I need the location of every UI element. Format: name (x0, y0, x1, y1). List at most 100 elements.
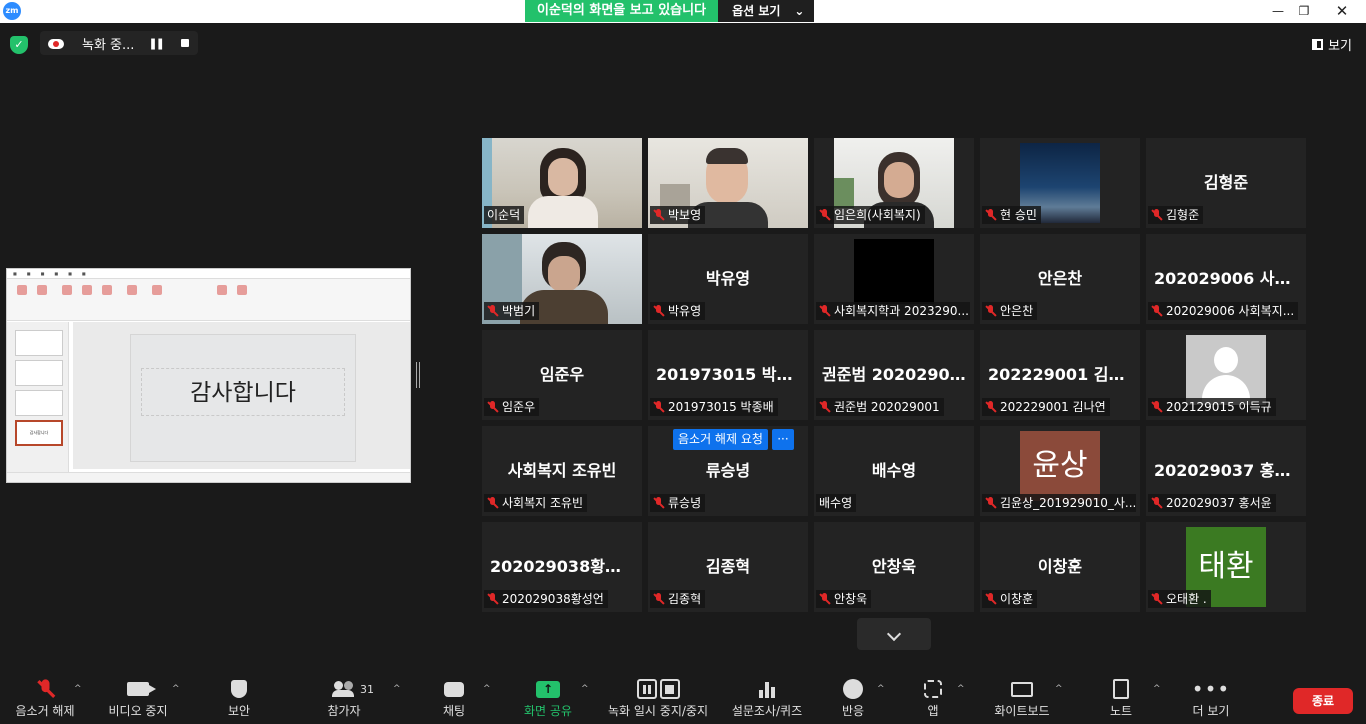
participant-tile[interactable]: 202029006 사회복지...202029006 사회복지... (1146, 234, 1306, 324)
more-label: 더 보기 (1192, 704, 1230, 718)
apps-options-caret[interactable] (957, 684, 965, 694)
next-page-button[interactable] (857, 618, 931, 650)
mic-muted-icon (653, 593, 664, 605)
participant-name-label: 202029038황성언 (484, 590, 608, 608)
slide-title: 감사합니다 (141, 368, 345, 416)
participant-more-button[interactable]: ··· (771, 429, 794, 450)
split-resize-handle[interactable] (416, 362, 420, 388)
audio-options-caret[interactable] (74, 684, 82, 694)
mic-muted-icon (1151, 593, 1162, 605)
chat-button[interactable]: 채팅 (436, 672, 472, 724)
participant-name-label: 안은찬 (982, 302, 1038, 320)
shared-screen[interactable]: ■ ■ ■ ■ ■ ■ 감사합니다 감사합니다 (6, 268, 411, 483)
ppt-tab: ■ (13, 271, 17, 276)
participant-tile[interactable]: 202229001 김나연 202229001 김나연 (980, 330, 1140, 420)
participant-tile[interactable]: 이순덕 (482, 138, 642, 228)
participant-tile[interactable]: 김형준 김형준 (1146, 138, 1306, 228)
share-options-caret[interactable] (581, 684, 589, 694)
participant-tile[interactable]: 202029038황성언 202029038황성언 (482, 522, 642, 612)
mic-muted-icon (819, 209, 830, 221)
ppt-tab: ■ (68, 271, 72, 276)
stop-recording-icon[interactable] (180, 39, 189, 47)
view-label: 보기 (1328, 39, 1352, 54)
camera-icon (105, 676, 171, 702)
participant-tile[interactable]: 임은희(사회복지) (814, 138, 974, 228)
participant-name-label: 현 승민 (982, 206, 1041, 224)
reactions-button[interactable]: 반응 (838, 672, 868, 724)
polls-chart-icon (726, 676, 808, 702)
participant-tile[interactable]: 현 승민 (980, 138, 1140, 228)
slide-thumbnail (15, 360, 63, 386)
unmute-button[interactable]: 음소거 해제 (10, 672, 80, 724)
participant-tile[interactable]: 사회복지 조유빈 사회복지 조유빈 (482, 426, 642, 516)
view-options-label: 옵션 보기 (732, 4, 781, 18)
participant-tile[interactable]: 권준범 202029001 권준범 202029001 (814, 330, 974, 420)
polls-button[interactable]: 설문조사/퀴즈 (726, 672, 808, 724)
pause-recording-icon[interactable]: ❚❚ (148, 37, 165, 50)
participant-tile[interactable]: 202029037 홍서윤 202029037 홍서윤 (1146, 426, 1306, 516)
encryption-shield-icon[interactable]: ✓ (10, 36, 28, 54)
slide-thumbnail (15, 390, 63, 416)
participant-name: 202029006 사회복지... (1166, 304, 1295, 318)
participant-name: 박범기 (502, 304, 536, 318)
participant-tile[interactable]: 배수영 배수영 (814, 426, 974, 516)
participant-name: 배수영 (819, 496, 853, 510)
unmute-label: 음소거 해제 (15, 704, 75, 718)
security-button[interactable]: 보안 (218, 672, 260, 724)
participant-name: 202029037 홍서윤 (1166, 496, 1272, 510)
chat-options-caret[interactable] (483, 684, 491, 694)
participant-tile[interactable]: 안창욱 안창욱 (814, 522, 974, 612)
ask-to-unmute-button[interactable]: 음소거 해제 요청 (673, 429, 768, 450)
close-button[interactable]: ✕ (1320, 0, 1364, 23)
mic-muted-icon (819, 593, 830, 605)
whiteboard-icon (990, 676, 1054, 702)
participant-tile[interactable]: 202129015 이득규 (1146, 330, 1306, 420)
participant-name: 현 승민 (1000, 208, 1037, 222)
notes-label: 노트 (1109, 704, 1133, 718)
participant-tile[interactable]: 윤상 김윤상_201929010_사... (980, 426, 1140, 516)
participant-tile[interactable]: 임준우 임준우 (482, 330, 642, 420)
participant-name-label: 임은희(사회복지) (816, 206, 925, 224)
view-options-button[interactable]: 옵션 보기 ⌄ (718, 0, 815, 22)
view-button[interactable]: 보기 (1312, 35, 1352, 54)
participant-tile[interactable]: 박유영 박유영 (648, 234, 808, 324)
gallery-view-icon (1312, 39, 1324, 50)
participants-options-caret[interactable] (393, 684, 401, 694)
participant-tile[interactable]: 태환 오태환 . (1146, 522, 1306, 612)
screen-share-banner: 이순덕의 화면을 보고 있습니다 옵션 보기 ⌄ (525, 0, 815, 22)
ppt-ribbon (7, 279, 410, 321)
participants-label: 참가자 (327, 704, 361, 718)
pause-stop-recording-button[interactable]: 녹화 일시 중지/중지 (600, 672, 716, 724)
participant-tile[interactable]: 박보영 (648, 138, 808, 228)
video-options-caret[interactable] (172, 684, 180, 694)
participant-tile[interactable]: 김종혁 김종혁 (648, 522, 808, 612)
share-screen-button[interactable]: ↑ 화면 공유 (518, 672, 578, 724)
more-button[interactable]: ••• 더 보기 (1190, 672, 1232, 724)
slide-thumbnail-title: 감사합니다 (29, 430, 49, 435)
cloud-record-icon (46, 37, 66, 49)
stop-video-button[interactable]: 비디오 중지 (105, 672, 171, 724)
participant-tile[interactable]: 박범기 (482, 234, 642, 324)
notes-options-caret[interactable] (1153, 684, 1161, 694)
security-label: 보안 (227, 704, 251, 718)
notes-button[interactable]: 노트 (1106, 672, 1136, 724)
participant-tile[interactable]: 201973015 박종배 201973015 박종배 (648, 330, 808, 420)
apps-button[interactable]: 앱 (920, 672, 946, 724)
mic-muted-icon (653, 497, 664, 509)
ppt-slide-thumbnails: 감사합니다 (7, 322, 69, 474)
share-screen-label: 화면 공유 (524, 704, 572, 718)
end-meeting-button[interactable]: 종료 (1293, 688, 1353, 714)
recording-label: 녹화 중... (82, 37, 135, 53)
participant-tile[interactable]: 사회복지학과 2023290... (814, 234, 974, 324)
participant-name-label: 안창욱 (816, 590, 872, 608)
participant-tile[interactable]: 안은찬 안은찬 (980, 234, 1140, 324)
polls-label: 설문조사/퀴즈 (731, 704, 803, 718)
reactions-options-caret[interactable] (877, 684, 885, 694)
participants-button[interactable]: 참가자 (322, 672, 366, 724)
mic-muted-icon (985, 401, 996, 413)
participant-tile[interactable]: 이창훈 이창훈 (980, 522, 1140, 612)
whiteboard-options-caret[interactable] (1055, 684, 1063, 694)
whiteboard-button[interactable]: 화이트보드 (990, 672, 1054, 724)
participant-name: 202229001 김나연 (1000, 400, 1106, 414)
mic-muted-icon (985, 209, 996, 221)
